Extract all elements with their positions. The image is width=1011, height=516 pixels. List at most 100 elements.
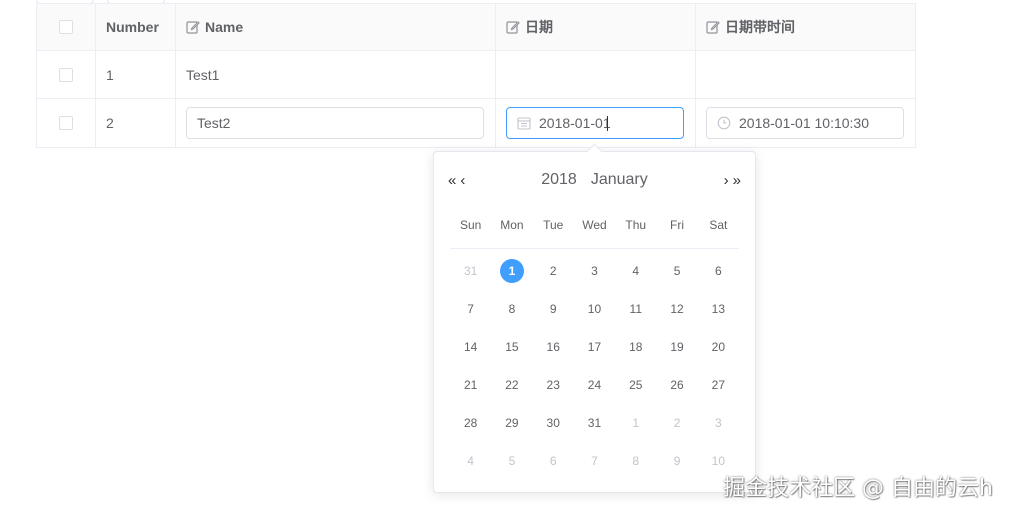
calendar-icon [517,117,531,130]
day-cell[interactable]: 21 [450,373,491,397]
day-cell[interactable]: 16 [533,335,574,359]
next-nav: › » [722,173,743,188]
weekday-label: Sun [459,218,482,232]
column-header-label: 日期带时间 [725,19,795,35]
column-header-datetime[interactable]: 日期带时间 [696,4,915,50]
day-cell[interactable]: 20 [698,335,739,359]
date-input-value: 2018-01-01 [539,115,611,131]
column-header-label: Name [205,19,244,35]
cell-name[interactable]: Test1 [176,51,496,98]
day-cell[interactable]: 27 [698,373,739,397]
week-row: 31 1 2 3 4 5 6 [450,252,739,290]
cell-date: 2018-01-01 [496,99,696,147]
day-cell[interactable]: 30 [533,411,574,435]
watermark: 掘金技术社区 @ 自由的云h [723,476,993,501]
day-cell[interactable]: 18 [615,335,656,359]
week-row: 4 5 6 7 8 9 10 [450,442,739,480]
day-cell-next-month[interactable]: 6 [533,449,574,473]
day-cell[interactable]: 9 [533,297,574,321]
cell-number: 2 [96,99,176,147]
next-year-button[interactable]: » [731,173,743,188]
date-input[interactable]: 2018-01-01 [506,107,684,139]
day-cell-next-month[interactable]: 9 [656,449,697,473]
select-all-checkbox[interactable] [59,20,73,34]
day-cell[interactable]: 24 [574,373,615,397]
day-cell-next-month[interactable]: 4 [450,449,491,473]
day-cell[interactable]: 28 [450,411,491,435]
day-cell-next-month[interactable]: 2 [656,411,697,435]
day-cell-next-month[interactable]: 1 [615,411,656,435]
edit-icon [506,21,520,34]
day-cell[interactable]: 29 [491,411,532,435]
cell-date[interactable] [496,51,696,98]
prev-year-button[interactable]: « [446,173,458,188]
day-cell[interactable]: 17 [574,335,615,359]
row-checkbox[interactable] [59,67,73,82]
day-cell[interactable]: 4 [615,259,656,283]
day-cell[interactable]: 22 [491,373,532,397]
name-input[interactable]: Test2 [186,107,484,139]
prev-nav: « ‹ [446,173,467,188]
picker-title: 2018 January [541,171,648,189]
row-select-cell [37,99,96,147]
day-cell[interactable]: 2 [533,259,574,283]
day-cell-next-month[interactable]: 8 [615,449,656,473]
day-cell-next-month[interactable]: 3 [698,411,739,435]
day-cell-prev-month[interactable]: 31 [450,259,491,283]
day-cell[interactable]: 8 [491,297,532,321]
text-caret [606,115,608,131]
day-cell-selected[interactable]: 1 [491,259,532,283]
datetime-input[interactable]: 2018-01-01 10:10:30 [706,107,904,139]
week-row: 28 29 30 31 1 2 3 [450,404,739,442]
week-row: 21 22 23 24 25 26 27 [450,366,739,404]
weekday-label: Thu [625,218,647,232]
day-cell[interactable]: 31 [574,411,615,435]
day-cell[interactable]: 3 [574,259,615,283]
column-header-number[interactable]: Number [96,4,176,50]
datetime-input-value: 2018-01-01 10:10:30 [739,115,869,131]
day-cell[interactable]: 25 [615,373,656,397]
year-label[interactable]: 2018 [541,171,577,189]
cell-name: Test2 [176,99,496,147]
day-cell[interactable]: 11 [615,297,656,321]
column-header-label: 日期 [525,19,553,35]
table-row[interactable]: 2 Test2 2018-01-01 2018-01-01 10:10:30 [37,99,915,147]
data-table: Number Name 日期 日期带时间 1 Test1 2 Test2 201… [36,3,916,148]
table-row[interactable]: 1 Test1 [37,51,915,99]
day-cell[interactable]: 7 [450,297,491,321]
weekday-header: Sun Mon Tue Wed Thu Fri Sat [450,218,739,249]
weekday-label: Mon [500,218,524,232]
week-row: 7 8 9 10 11 12 13 [450,290,739,328]
prev-month-button[interactable]: ‹ [458,173,467,188]
day-cell-next-month[interactable]: 5 [491,449,532,473]
row-select-cell [37,51,96,98]
name-input-value: Test2 [197,115,231,131]
row-checkbox[interactable] [59,116,73,130]
table-header-row: Number Name 日期 日期带时间 [37,4,915,51]
day-cell[interactable]: 12 [656,297,697,321]
week-row: 14 15 16 17 18 19 20 [450,328,739,366]
date-picker-popup: « ‹ 2018 January › » Sun Mon Tue Wed Thu… [433,143,756,493]
column-header-label: Number [106,19,159,35]
select-all-cell [37,4,96,50]
day-cell[interactable]: 13 [698,297,739,321]
edit-icon [186,21,200,34]
day-cell[interactable]: 19 [656,335,697,359]
column-header-date[interactable]: 日期 [496,4,696,50]
day-cell[interactable]: 23 [533,373,574,397]
month-label[interactable]: January [591,171,648,189]
day-cell-next-month[interactable]: 7 [574,449,615,473]
edit-icon [706,21,720,34]
column-header-name[interactable]: Name [176,4,496,50]
weekday-label: Tue [543,218,564,232]
day-cell[interactable]: 15 [491,335,532,359]
day-cell[interactable]: 6 [698,259,739,283]
cell-datetime[interactable] [696,51,915,98]
day-label: 1 [499,259,524,283]
day-cell[interactable]: 10 [574,297,615,321]
next-month-button[interactable]: › [722,173,731,188]
day-cell[interactable]: 5 [656,259,697,283]
day-cell[interactable]: 14 [450,335,491,359]
day-cell[interactable]: 26 [656,373,697,397]
picker-header: « ‹ 2018 January › » [446,168,743,192]
